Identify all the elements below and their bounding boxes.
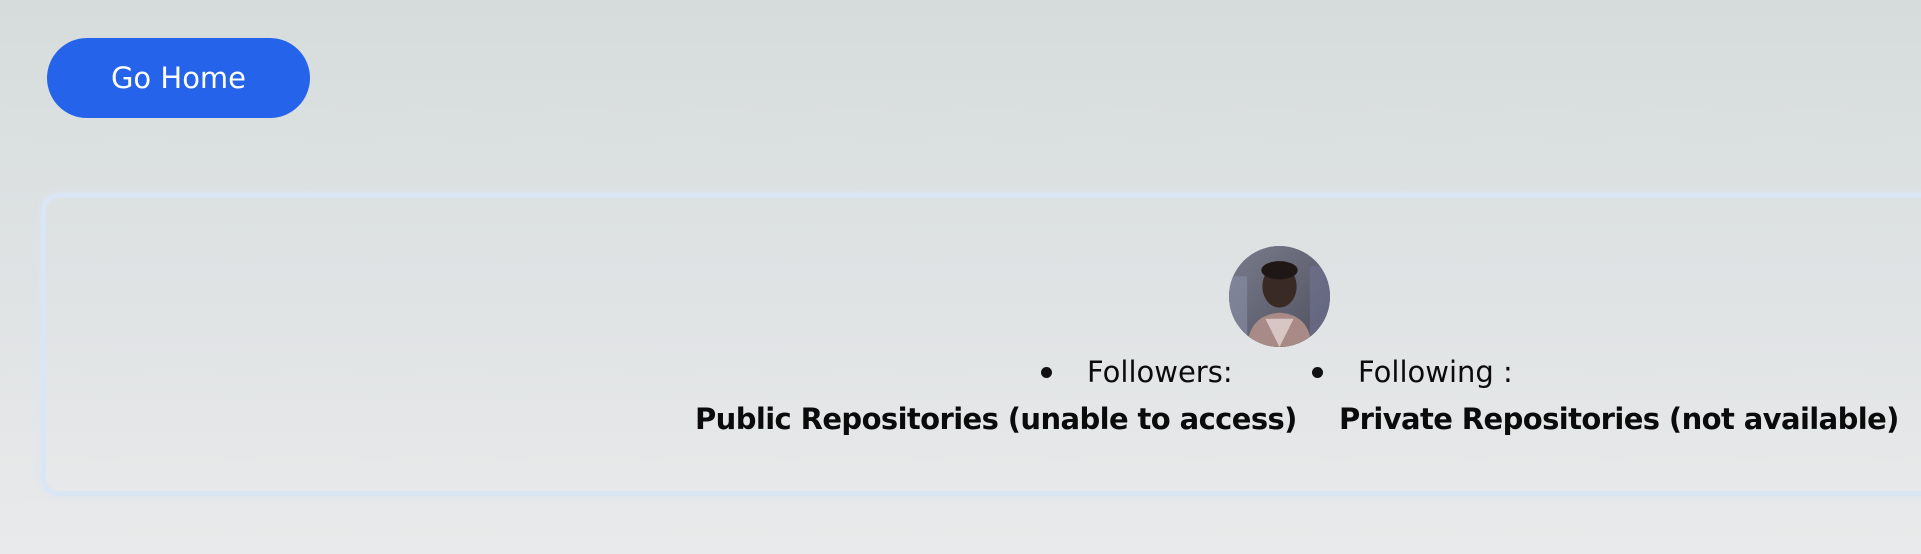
followers-label: Followers: — [1087, 355, 1233, 389]
avatar — [1229, 246, 1330, 347]
go-home-button[interactable]: Go Home — [47, 38, 310, 118]
bullet-icon — [1312, 366, 1323, 378]
followers-stat: Followers: — [1041, 352, 1233, 392]
profile-card — [41, 193, 1921, 496]
following-stat: Following : — [1312, 352, 1513, 392]
private-repositories-heading: Private Repositories (not available) — [1339, 402, 1899, 436]
following-label: Following : — [1358, 355, 1513, 389]
avatar-image — [1229, 246, 1330, 347]
bullet-icon — [1041, 366, 1052, 378]
public-repositories-heading: Public Repositories (unable to access) — [695, 402, 1297, 436]
